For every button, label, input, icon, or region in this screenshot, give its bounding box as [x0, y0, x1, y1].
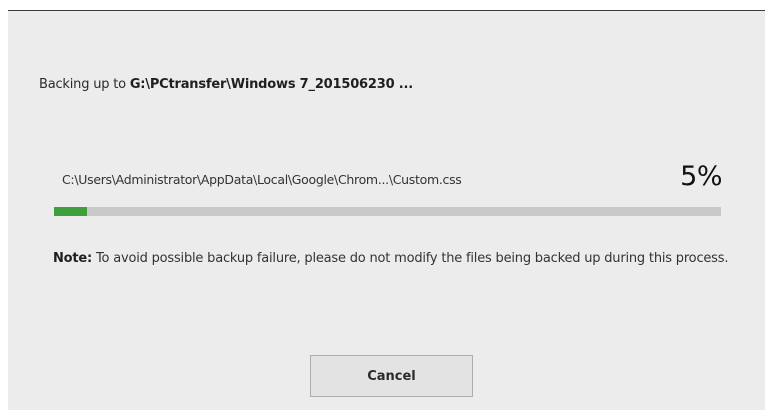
progress-bar — [54, 207, 721, 216]
current-file-path: C:\Users\Administrator\AppData\Local\Goo… — [62, 172, 462, 187]
progress-percent: 5% — [680, 161, 722, 192]
backup-destination-prefix: Backing up to — [39, 77, 130, 92]
cancel-button[interactable]: Cancel — [310, 355, 473, 397]
backup-dialog: Backing up to G:\PCtransfer\Windows 7_20… — [8, 10, 765, 410]
progress-bar-fill — [54, 207, 88, 216]
backup-note: Note: To avoid possible backup failure, … — [53, 249, 743, 269]
backup-destination-path: G:\PCtransfer\Windows 7_201506230 ... — [129, 77, 413, 92]
note-text: To avoid possible backup failure, please… — [92, 251, 729, 266]
backup-destination-text: Backing up to G:\PCtransfer\Windows 7_20… — [39, 77, 413, 92]
note-label: Note: — [53, 251, 93, 266]
